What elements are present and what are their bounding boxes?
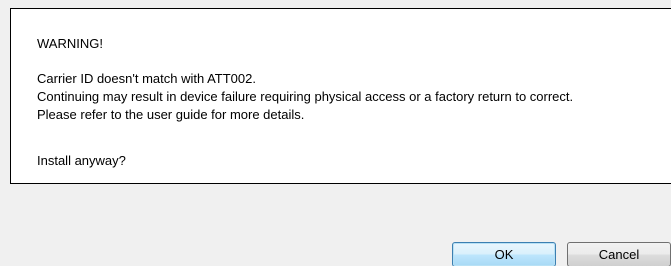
message-area: WARNING! Carrier ID doesn't match with A… bbox=[10, 8, 671, 184]
warning-dialog: WARNING! Carrier ID doesn't match with A… bbox=[0, 0, 671, 266]
install-question: Install anyway? bbox=[37, 153, 126, 168]
warning-title: WARNING! bbox=[37, 36, 103, 51]
button-bar: OK Cancel bbox=[0, 194, 671, 266]
device-failure-message: Continuing may result in device failure … bbox=[37, 89, 574, 104]
ok-button[interactable]: OK bbox=[452, 242, 556, 266]
cancel-button[interactable]: Cancel bbox=[567, 242, 671, 266]
user-guide-message: Please refer to the user guide for more … bbox=[37, 107, 305, 122]
carrier-id-message: Carrier ID doesn't match with ATT002. bbox=[37, 71, 256, 86]
